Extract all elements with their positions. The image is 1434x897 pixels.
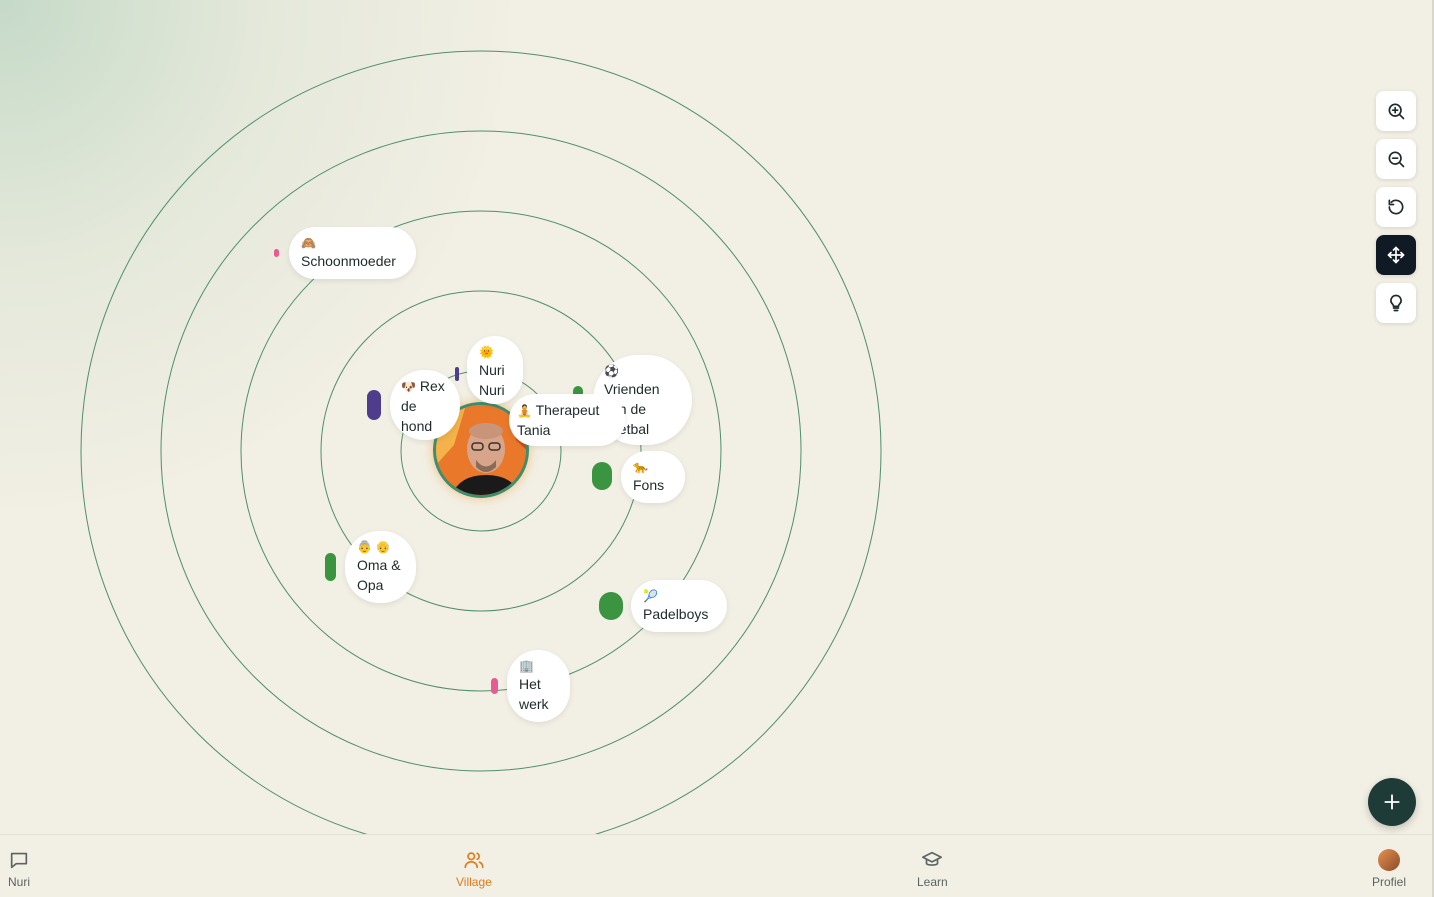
village-app: 🙈 Schoonmoeder 🐶 Rex de hond 🌞 Nuri Nuri…	[0, 0, 1434, 897]
meditation-icon: 🧘	[517, 404, 532, 418]
tips-button[interactable]	[1376, 283, 1416, 323]
node-padelboys[interactable]: 🎾 Padelboys	[631, 580, 727, 632]
node-fons[interactable]: 🐆 Fons	[621, 451, 685, 503]
nav-label: Nuri	[8, 875, 31, 889]
node-label: Fons	[633, 477, 665, 493]
node-label: Oma & Opa	[357, 557, 401, 593]
green-marker-fons	[592, 462, 612, 490]
node-label: Nuri Nuri	[479, 362, 505, 398]
pink-marker-werk	[491, 678, 498, 694]
green-marker-oma-opa	[325, 553, 336, 581]
node-therapeut-tania[interactable]: 🧘 Therapeut Tania	[509, 394, 625, 446]
grandparents-icon: 👵 👴	[357, 540, 391, 554]
dog-icon: 🐶	[401, 380, 416, 394]
nav-item-profiel[interactable]: Profiel	[1372, 849, 1406, 889]
reset-icon	[1388, 199, 1404, 215]
nav-label: Profiel	[1372, 875, 1407, 889]
nav-item-learn[interactable]: Learn	[917, 849, 948, 889]
node-label: Het werk	[519, 676, 549, 712]
node-label: 🧘 Therapeut Tania	[517, 402, 600, 438]
avatar	[1378, 849, 1400, 871]
zoom-in-button[interactable]	[1376, 91, 1416, 131]
node-het-werk[interactable]: 🏢 Het werk	[507, 650, 570, 722]
purple-marker-rex	[367, 390, 381, 420]
office-building-icon: 🏢	[519, 659, 534, 673]
nav-item-nuri[interactable]: Nuri	[8, 849, 30, 889]
see-no-evil-monkey-icon: 🙈	[301, 236, 316, 250]
plus-icon	[1384, 794, 1400, 810]
graduation-cap-icon	[922, 851, 943, 866]
nav-item-village[interactable]: Village	[456, 849, 492, 889]
chat-icon	[10, 852, 28, 869]
racket-icon: 🎾	[643, 589, 658, 603]
bottom-navigation: Nuri Village Learn Profiel	[0, 834, 1432, 897]
node-label: Padelboys	[643, 606, 709, 622]
zoom-out-icon	[1388, 151, 1405, 168]
reset-view-button[interactable]	[1376, 187, 1416, 227]
users-icon	[464, 852, 484, 869]
node-oma-en-opa[interactable]: 👵 👴 Oma & Opa	[345, 531, 416, 603]
sun-icon: 🌞	[479, 345, 494, 359]
purple-marker-nuri	[455, 367, 459, 381]
green-marker-padelboys	[599, 592, 623, 620]
zoom-in-icon	[1388, 103, 1405, 120]
lightbulb-icon	[1390, 294, 1402, 312]
village-map[interactable]	[0, 0, 1434, 834]
soccer-ball-icon: ⚽	[604, 364, 619, 378]
nav-label: Village	[456, 875, 492, 889]
nav-label: Learn	[917, 875, 948, 889]
node-label: Schoonmoeder	[301, 253, 396, 269]
add-button[interactable]	[1368, 778, 1416, 826]
leopard-icon: 🐆	[633, 460, 648, 474]
pan-mode-button[interactable]	[1376, 235, 1416, 275]
node-schoonmoeder[interactable]: 🙈 Schoonmoeder	[289, 227, 416, 279]
pink-marker-schoonmoeder	[274, 249, 279, 257]
node-rex-de-hond[interactable]: 🐶 Rex de hond	[390, 370, 460, 440]
move-icon	[1387, 246, 1405, 264]
zoom-out-button[interactable]	[1376, 139, 1416, 179]
node-nuri[interactable]: 🌞 Nuri Nuri	[467, 336, 523, 404]
